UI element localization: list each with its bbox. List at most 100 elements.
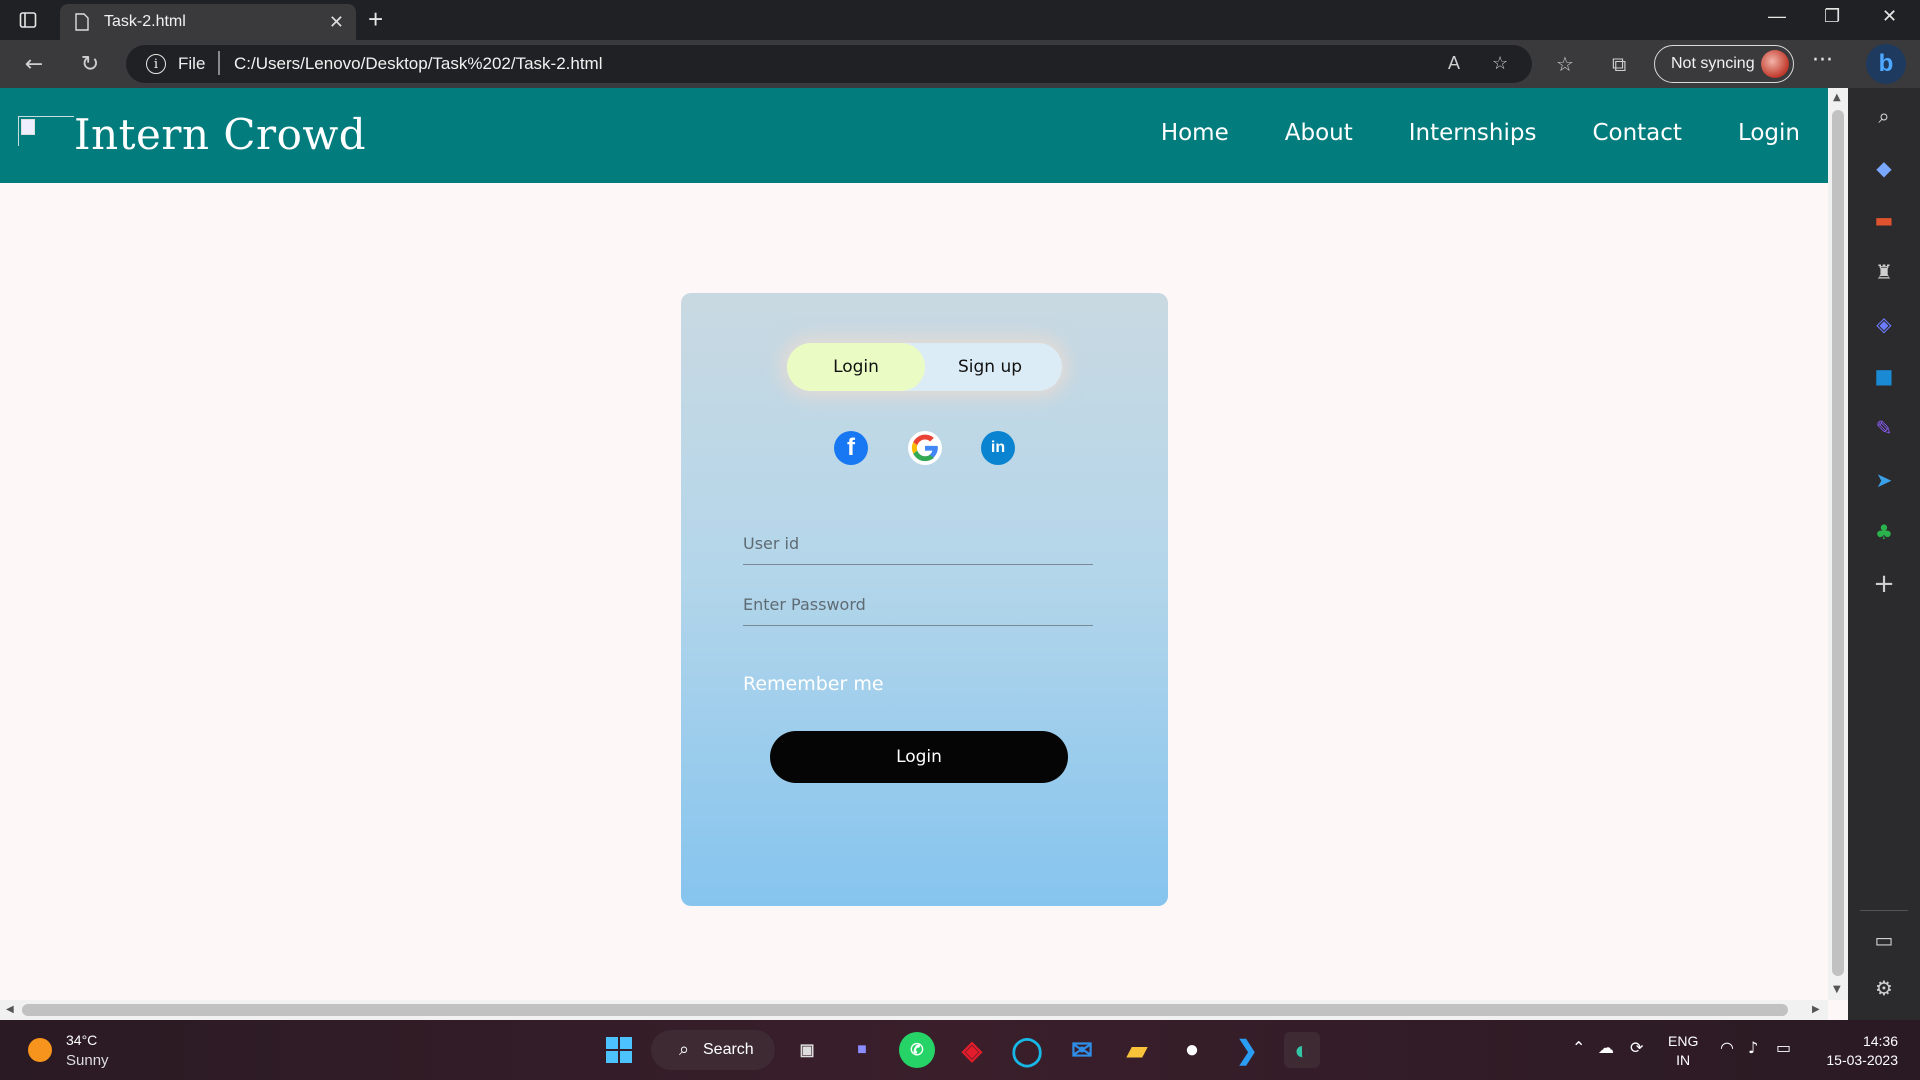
- battery-icon[interactable]: ▭: [1776, 1038, 1791, 1057]
- clock-date: 15-03-2023: [1826, 1052, 1898, 1068]
- new-tab-button[interactable]: +: [368, 4, 383, 35]
- more-menu-button[interactable]: ···: [1812, 48, 1833, 73]
- auth-toggle: Login Sign up: [787, 343, 1062, 391]
- read-aloud-icon[interactable]: A: [1448, 53, 1460, 74]
- nav-internships[interactable]: Internships: [1409, 120, 1537, 146]
- weather-temperature[interactable]: 34°C: [66, 1032, 97, 1048]
- show-hidden-icons-icon[interactable]: ⌃: [1572, 1038, 1585, 1057]
- scroll-up-icon[interactable]: ▲: [1833, 92, 1841, 103]
- copilot-icon[interactable]: ◈: [1870, 310, 1898, 338]
- page-viewport: Intern Crowd Home About Internships Cont…: [0, 88, 1828, 1000]
- nav-login[interactable]: Login: [1738, 120, 1800, 146]
- google-logo-svg: [911, 434, 938, 462]
- search-icon[interactable]: ⌕: [1870, 102, 1898, 130]
- nav-about[interactable]: About: [1285, 120, 1353, 146]
- hide-sidebar-icon[interactable]: ▭: [1870, 926, 1898, 954]
- alexa-icon[interactable]: ◯: [1009, 1032, 1045, 1068]
- site-navbar: Intern Crowd Home About Internships Cont…: [0, 88, 1828, 183]
- profile-sync-button[interactable]: Not syncing: [1654, 45, 1794, 83]
- tab-actions-icon[interactable]: [18, 10, 38, 30]
- facebook-glyph: f: [847, 434, 855, 461]
- sun-icon[interactable]: [28, 1038, 52, 1062]
- shopping-tag-icon[interactable]: ◆: [1870, 154, 1898, 182]
- teams-chat-icon[interactable]: ■: [844, 1032, 880, 1068]
- browser-tab[interactable]: Task-2.html ✕: [60, 4, 356, 40]
- drop-icon[interactable]: ✎: [1870, 414, 1898, 442]
- reload-icon[interactable]: ↻: [76, 50, 104, 78]
- sync-icon[interactable]: ⟳: [1630, 1038, 1643, 1057]
- mcafee-icon[interactable]: ◈: [954, 1032, 990, 1068]
- horizontal-scroll-thumb[interactable]: [22, 1004, 1788, 1016]
- brand-title: Intern Crowd: [74, 110, 367, 159]
- mail-icon[interactable]: ✉: [1064, 1032, 1100, 1068]
- scroll-left-icon[interactable]: ◀: [6, 1004, 14, 1015]
- onedrive-cloud-icon[interactable]: ☁: [1598, 1038, 1614, 1057]
- signup-tab-button[interactable]: Sign up: [921, 343, 1059, 391]
- collections-icon[interactable]: ⧉: [1612, 52, 1626, 76]
- settings-gear-icon[interactable]: ⚙: [1870, 974, 1898, 1002]
- bing-chat-icon[interactable]: b: [1866, 44, 1906, 84]
- tools-briefcase-icon[interactable]: ▬: [1870, 206, 1898, 234]
- address-bar[interactable]: i File C:/Users/Lenovo/Desktop/Task%202/…: [126, 45, 1532, 83]
- nav-home[interactable]: Home: [1161, 120, 1229, 146]
- broken-image-icon: [21, 119, 35, 135]
- info-icon[interactable]: i: [146, 54, 166, 74]
- volume-icon[interactable]: ♪: [1748, 1038, 1758, 1057]
- whatsapp-icon[interactable]: ✆: [899, 1032, 935, 1068]
- url-scheme: File: [178, 54, 206, 73]
- password-input[interactable]: [743, 584, 1093, 624]
- clock-time: 14:36: [1862, 1033, 1898, 1049]
- tree-icon[interactable]: ♣: [1870, 518, 1898, 546]
- userid-input[interactable]: [743, 523, 1093, 563]
- language-indicator[interactable]: ENG IN: [1668, 1032, 1698, 1070]
- remember-me-label[interactable]: Remember me: [743, 673, 884, 695]
- browser-tabbar: Task-2.html ✕ + — ❐ ✕: [0, 0, 1920, 40]
- scroll-down-icon[interactable]: ▼: [1833, 984, 1841, 995]
- minimize-button[interactable]: —: [1768, 6, 1786, 27]
- taskbar-search[interactable]: ⌕ Search: [651, 1030, 775, 1070]
- url-text[interactable]: C:/Users/Lenovo/Desktop/Task%202/Task-2.…: [234, 54, 603, 74]
- favorites-icon[interactable]: ☆: [1556, 52, 1574, 76]
- login-tab-button[interactable]: Login: [787, 343, 925, 391]
- logo-image: [18, 116, 74, 146]
- linkedin-icon[interactable]: in: [981, 431, 1015, 465]
- windows-taskbar: 34°C Sunny ⌕ Search ▣ ■ ✆ ◈ ◯ ✉ ▰ ● ❯ ◐ …: [0, 1020, 1920, 1080]
- avatar: [1761, 50, 1789, 78]
- scroll-right-icon[interactable]: ▶: [1812, 1004, 1820, 1015]
- restore-button[interactable]: ❐: [1824, 6, 1840, 27]
- edge-sidebar: ⌕ ◆ ▬ ♜ ◈ ■ ✎ ➤ ♣ + ▭ ⚙: [1848, 88, 1920, 1020]
- file-icon: [74, 13, 92, 31]
- vscode-icon[interactable]: ❯: [1229, 1032, 1265, 1068]
- horizontal-scrollbar[interactable]: ◀ ▶: [0, 1000, 1828, 1020]
- userid-field: [743, 523, 1093, 565]
- close-window-button[interactable]: ✕: [1882, 6, 1897, 27]
- nav-contact[interactable]: Contact: [1592, 120, 1681, 146]
- url-separator: [218, 51, 220, 75]
- sidebar-divider: [1860, 910, 1908, 911]
- games-icon[interactable]: ♜: [1870, 258, 1898, 286]
- login-submit-button[interactable]: Login: [770, 731, 1068, 783]
- add-favorite-icon[interactable]: ☆: [1492, 53, 1508, 74]
- file-explorer-icon[interactable]: ▰: [1119, 1032, 1155, 1068]
- send-icon[interactable]: ➤: [1870, 466, 1898, 494]
- tab-title: Task-2.html: [104, 13, 186, 30]
- github-icon[interactable]: ●: [1174, 1032, 1210, 1068]
- linkedin-glyph: in: [990, 439, 1006, 456]
- vertical-scroll-thumb[interactable]: [1832, 110, 1844, 976]
- add-sidebar-icon[interactable]: +: [1870, 569, 1898, 599]
- language-top: ENG: [1668, 1033, 1699, 1049]
- wifi-icon[interactable]: ◠: [1720, 1038, 1734, 1057]
- taskbar-search-label: Search: [703, 1041, 754, 1058]
- windows-start-icon[interactable]: [601, 1032, 637, 1068]
- task-view-icon[interactable]: ▣: [789, 1032, 825, 1068]
- weather-condition[interactable]: Sunny: [66, 1052, 109, 1069]
- vertical-scrollbar[interactable]: ▲ ▼: [1828, 88, 1848, 1000]
- outlook-icon[interactable]: ■: [1870, 362, 1898, 390]
- back-arrow-icon[interactable]: ←: [20, 50, 48, 78]
- login-card: Login Sign up f in Remember me Login: [681, 293, 1168, 906]
- edge-browser-icon[interactable]: ◐: [1284, 1032, 1320, 1068]
- google-icon[interactable]: [908, 431, 942, 465]
- system-clock[interactable]: 14:36 15-03-2023: [1818, 1032, 1898, 1070]
- facebook-icon[interactable]: f: [834, 431, 868, 465]
- close-tab-icon[interactable]: ✕: [329, 12, 344, 33]
